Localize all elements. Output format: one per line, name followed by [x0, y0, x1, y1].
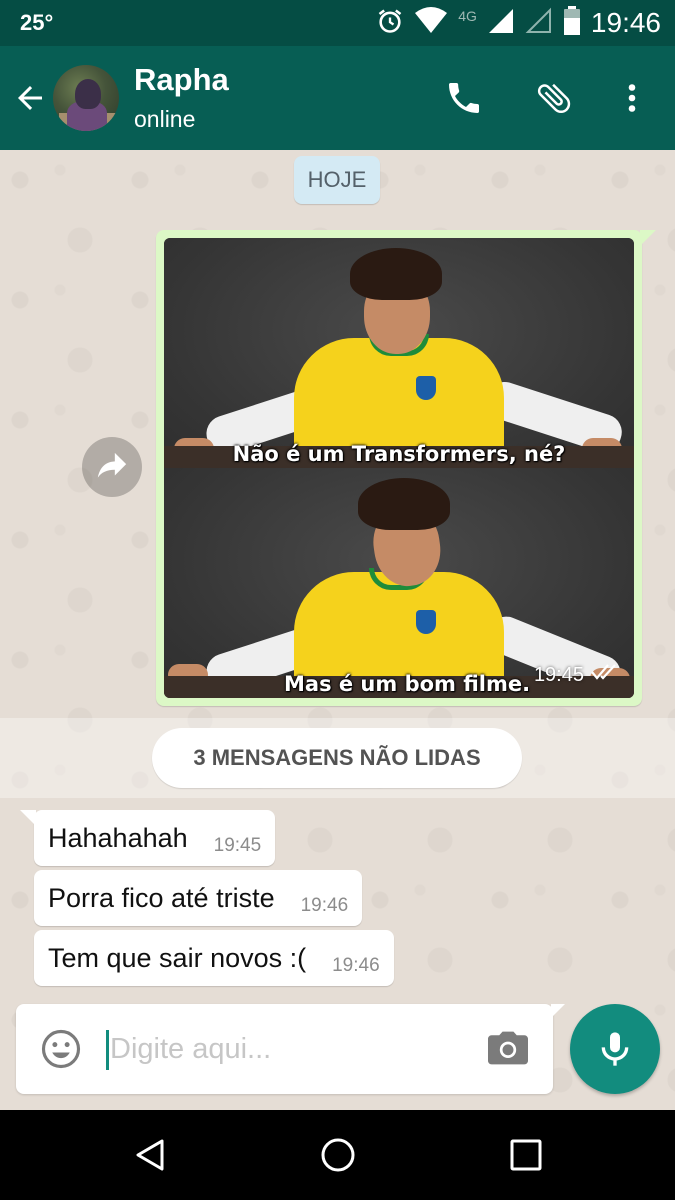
emoji-icon[interactable] — [40, 1028, 82, 1070]
camera-icon[interactable] — [486, 1028, 530, 1068]
mic-icon — [601, 1032, 629, 1066]
paperclip-icon[interactable] — [534, 78, 574, 118]
incoming-message[interactable]: Hahahahah 19:45 — [19, 810, 276, 866]
text-cursor — [106, 1030, 109, 1070]
nav-home-icon[interactable] — [318, 1135, 358, 1175]
message-time: 19:46 — [332, 955, 380, 976]
chat-header: Rapha online — [0, 46, 675, 150]
back-arrow-icon[interactable] — [12, 80, 48, 116]
outgoing-image-message[interactable]: Não é um Transformers, né? Mas é um bom … — [156, 230, 656, 706]
incoming-message[interactable]: Tem que sair novos :( 19:46 — [34, 930, 394, 986]
more-vert-icon[interactable] — [614, 78, 650, 118]
battery-icon — [563, 5, 581, 41]
message-time: 19:45 — [213, 835, 262, 856]
forward-icon — [97, 452, 127, 478]
contact-name[interactable]: Rapha — [134, 62, 229, 98]
network-type-label: 4G — [458, 8, 477, 24]
mic-button[interactable] — [570, 1004, 660, 1094]
double-check-icon — [590, 662, 620, 688]
avatar[interactable] — [53, 65, 119, 131]
message-composer — [16, 1004, 565, 1094]
chat-area[interactable]: HOJE Não é um Transformers, né? Mas é um… — [0, 150, 675, 1110]
meme-image[interactable]: Não é um Transformers, né? Mas é um bom … — [164, 238, 634, 698]
wifi-icon — [414, 6, 448, 40]
temperature-text: 25° — [20, 10, 54, 35]
signal-empty-icon — [525, 7, 553, 40]
navigation-bar — [0, 1110, 675, 1200]
forward-button[interactable] — [82, 437, 142, 497]
alarm-icon — [376, 7, 404, 40]
contact-status: online — [134, 106, 196, 132]
phone-icon[interactable] — [444, 78, 484, 118]
message-text: Tem que sair novos :( — [48, 943, 307, 973]
message-input[interactable] — [110, 1026, 470, 1072]
nav-back-icon[interactable] — [130, 1135, 170, 1175]
meme-caption-top: Não é um Transformers, né? — [232, 442, 566, 466]
date-chip: HOJE — [294, 156, 380, 204]
message-time: 19:45 — [533, 663, 584, 686]
nav-recents-icon[interactable] — [506, 1135, 546, 1175]
clock-text: 19:46 — [590, 7, 661, 38]
status-bar: 25° 4G 19:46 — [0, 0, 675, 46]
message-text: Porra fico até triste — [48, 883, 275, 913]
message-meta: 19:45 — [534, 662, 620, 688]
incoming-message[interactable]: Porra fico até triste 19:46 — [34, 870, 363, 926]
signal-icon — [487, 7, 515, 40]
message-text: Hahahahah — [48, 823, 188, 853]
meme-panel-bottom: Mas é um bom filme. 19:45 — [164, 468, 634, 698]
message-time: 19:46 — [300, 895, 349, 916]
meme-panel-top: Não é um Transformers, né? — [164, 238, 634, 468]
unread-messages-chip: 3 MENSAGENS NÃO LIDAS — [152, 728, 522, 788]
